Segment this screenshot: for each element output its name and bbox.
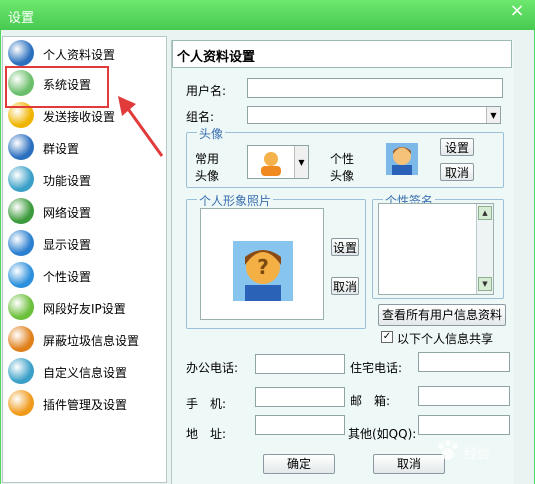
window-title: 设置 bbox=[8, 11, 35, 26]
display-icon bbox=[8, 230, 34, 256]
avatar-cancel-button[interactable]: 取消 bbox=[440, 163, 474, 181]
sidebar-item-label: 自定义信息设置 bbox=[43, 366, 128, 380]
chevron-down-icon[interactable]: ▼ bbox=[486, 107, 500, 123]
photo-set-button[interactable]: 设置 bbox=[331, 238, 359, 256]
view-all-users-button[interactable]: 查看所有用户信息资料 bbox=[378, 304, 506, 326]
home-phone-label: 住宅电话: bbox=[350, 361, 403, 375]
plugin-icon bbox=[8, 390, 34, 416]
sidebar-item-11[interactable]: 自定义信息设置 bbox=[3, 356, 166, 386]
section-title: 个人资料设置 bbox=[172, 40, 512, 68]
common-avatar-label-2: 头像 bbox=[195, 169, 220, 183]
sidebar-item-10[interactable]: 屏蔽垃圾信息设置 bbox=[3, 324, 166, 354]
sidebar-item-12[interactable]: 插件管理及设置 bbox=[3, 388, 166, 418]
watermark: 经验 bbox=[408, 421, 528, 471]
block-spam-icon bbox=[8, 326, 34, 352]
unknown-person-icon: ? bbox=[233, 241, 293, 301]
function-icon bbox=[8, 166, 34, 192]
email-input[interactable] bbox=[418, 386, 510, 406]
avatar-set-button[interactable]: 设置 bbox=[440, 138, 474, 156]
sidebar-item-5[interactable]: 功能设置 bbox=[3, 164, 166, 194]
scroll-down-icon[interactable]: ▼ bbox=[478, 277, 492, 291]
sidebar-item-label: 个性设置 bbox=[43, 270, 92, 284]
avatar-group-title: 头像 bbox=[197, 125, 226, 142]
group-icon bbox=[8, 134, 34, 160]
default-avatar-icon bbox=[261, 152, 281, 176]
custom-avatar-label-2: 头像 bbox=[330, 169, 355, 183]
svg-text:?: ? bbox=[257, 255, 269, 279]
settings-window: 设置 × 个人资料设置 系统设置 发送接收设置 群设置 功能设置 网络设置 显示设置 个性设置… bbox=[0, 0, 535, 484]
common-avatar-label-1: 常用 bbox=[195, 152, 220, 166]
share-label: 以下个人信息共享 bbox=[397, 332, 494, 346]
photo-preview: ? bbox=[200, 208, 324, 320]
chevron-down-icon[interactable]: ▼ bbox=[294, 146, 308, 178]
network-icon bbox=[8, 198, 34, 224]
address-input[interactable] bbox=[255, 415, 345, 435]
sidebar-item-label: 发送接收设置 bbox=[43, 110, 116, 124]
paw-logo-icon bbox=[438, 440, 458, 460]
username-input[interactable] bbox=[247, 78, 503, 98]
email-label: 邮 箱: bbox=[350, 394, 391, 408]
share-checkbox[interactable]: ✓ bbox=[381, 331, 393, 343]
sidebar-item-label: 插件管理及设置 bbox=[43, 398, 128, 412]
sidebar-item-label: 显示设置 bbox=[43, 238, 92, 252]
office-phone-input[interactable] bbox=[255, 354, 345, 374]
signature-scrollbar[interactable]: ▲ ▼ bbox=[476, 204, 493, 294]
office-phone-label: 办公电话: bbox=[186, 361, 239, 375]
group-label: 组名: bbox=[186, 110, 215, 124]
person-icon bbox=[8, 40, 34, 66]
group-select[interactable]: ▼ bbox=[247, 106, 501, 124]
username-label: 用户名: bbox=[186, 84, 227, 98]
watermark-text: 经验 bbox=[464, 447, 491, 462]
sidebar-item-label: 网络设置 bbox=[43, 206, 92, 220]
personality-icon bbox=[8, 262, 34, 288]
photo-cancel-button[interactable]: 取消 bbox=[331, 277, 359, 295]
pointer-arrow-icon bbox=[118, 96, 164, 157]
sidebar-item-9[interactable]: 网段好友IP设置 bbox=[3, 292, 166, 322]
sidebar-item-label: 屏蔽垃圾信息设置 bbox=[43, 334, 140, 348]
custom-info-icon bbox=[8, 358, 34, 384]
sidebar-item-label: 网段好友IP设置 bbox=[43, 302, 126, 316]
sidebar-item-label: 群设置 bbox=[43, 142, 80, 156]
title-bar: 设置 × bbox=[0, 0, 535, 30]
scroll-up-icon[interactable]: ▲ bbox=[478, 206, 492, 220]
sidebar-item-6[interactable]: 网络设置 bbox=[3, 196, 166, 226]
signature-textarea[interactable]: ▲ ▼ bbox=[378, 203, 494, 295]
ip-friend-icon bbox=[8, 294, 34, 320]
ok-button[interactable]: 确定 bbox=[263, 454, 335, 474]
mobile-label: 手 机: bbox=[186, 397, 227, 411]
custom-avatar-label-1: 个性 bbox=[330, 152, 355, 166]
sidebar-item-label: 功能设置 bbox=[43, 174, 92, 188]
sidebar-item-1[interactable]: 个人资料设置 bbox=[3, 38, 166, 68]
sidebar-item-7[interactable]: 显示设置 bbox=[3, 228, 166, 258]
common-avatar-select[interactable]: ▼ bbox=[247, 145, 309, 179]
address-label: 地 址: bbox=[186, 427, 227, 441]
custom-avatar-icon bbox=[386, 143, 418, 175]
mobile-input[interactable] bbox=[255, 387, 345, 407]
other-label: 其他(如QQ): bbox=[348, 427, 417, 441]
close-button[interactable]: × bbox=[505, 2, 529, 20]
highlight-box bbox=[5, 66, 109, 108]
sidebar-item-label: 个人资料设置 bbox=[43, 48, 116, 62]
home-phone-input[interactable] bbox=[418, 352, 510, 372]
photo-group-title: 个人形象照片 bbox=[197, 192, 274, 209]
sidebar-item-8[interactable]: 个性设置 bbox=[3, 260, 166, 290]
